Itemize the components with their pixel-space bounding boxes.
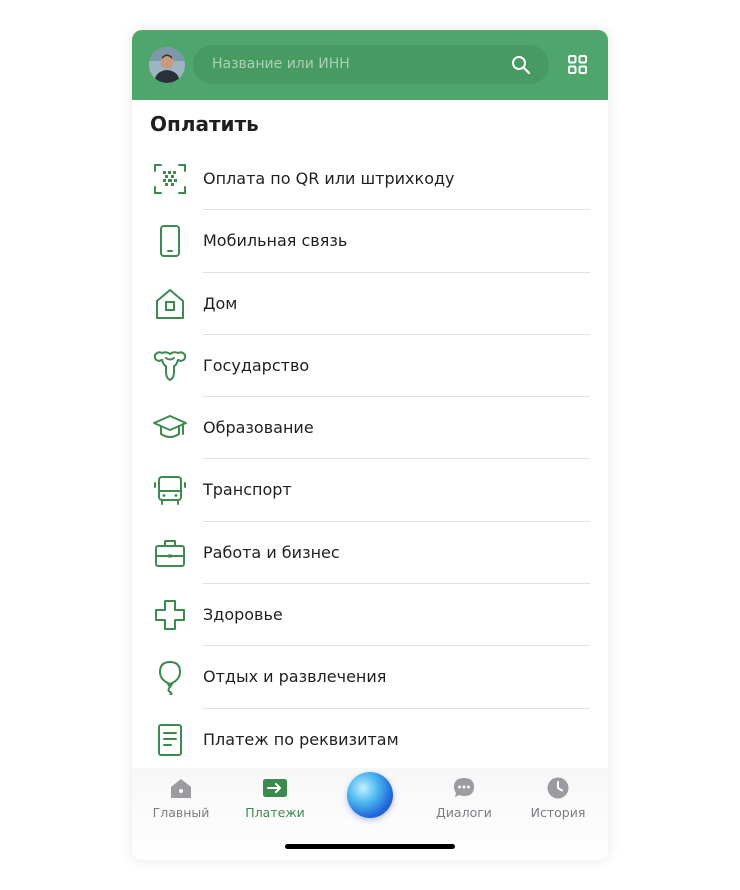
- list-item-label: Платеж по реквизитам: [203, 729, 399, 749]
- list-item-leisure[interactable]: Отдых и развлечения: [132, 646, 608, 709]
- user-avatar-photo-icon: [149, 47, 185, 83]
- list-item-home[interactable]: Дом: [132, 273, 608, 335]
- payment-categories-list: Оплата по QR или штрихкоду Мобильная свя…: [132, 148, 608, 771]
- emblem-icon: [153, 351, 187, 381]
- chat-bubble-icon: [454, 778, 474, 797]
- list-item-label: Здоровье: [203, 605, 283, 625]
- list-item-label: Работа и бизнес: [203, 542, 340, 562]
- bus-icon: [154, 476, 186, 506]
- profile-avatar[interactable]: [149, 47, 185, 83]
- home-indicator: [285, 844, 455, 849]
- list-item-label: Транспорт: [203, 480, 292, 500]
- list-item-education[interactable]: Образование: [132, 397, 608, 460]
- transfer-arrow-icon: [263, 779, 287, 797]
- list-item-label: Дом: [203, 293, 238, 313]
- tab-history[interactable]: История: [518, 768, 598, 828]
- house-icon: [156, 288, 184, 319]
- qr-scan-icon: [154, 164, 186, 194]
- tab-label: Диалоги: [436, 805, 492, 820]
- tab-label: Главный: [152, 805, 210, 820]
- smartphone-icon: [160, 225, 180, 258]
- assistant-orb-icon[interactable]: [347, 772, 393, 818]
- list-item-mobile[interactable]: Мобильная связь: [132, 210, 608, 273]
- tab-payments[interactable]: Платежи: [235, 768, 315, 828]
- list-item-label: Государство: [203, 355, 310, 375]
- section-title: Оплатить: [150, 112, 259, 136]
- list-item-label: Отдых и развлечения: [203, 667, 387, 687]
- graduation-cap-icon: [153, 415, 187, 439]
- tab-label: Платежи: [245, 805, 305, 820]
- tab-label: История: [530, 805, 586, 820]
- balloon-icon: [159, 661, 181, 696]
- top-header: Название или ИНН: [132, 30, 608, 100]
- list-item-label: Образование: [203, 418, 314, 438]
- list-item-requisites[interactable]: Платеж по реквизитам: [132, 709, 608, 771]
- document-icon: [158, 723, 182, 756]
- list-item-label: Мобильная связь: [203, 231, 348, 251]
- list-item-business[interactable]: Работа и бизнес: [132, 522, 608, 585]
- home-icon: [171, 779, 191, 798]
- list-item-transport[interactable]: Транспорт: [132, 459, 608, 522]
- search-icon[interactable]: [511, 55, 531, 75]
- list-item-health[interactable]: Здоровье: [132, 584, 608, 647]
- phone-screen: Название или ИНН Оплатить Оплата по QR и…: [132, 30, 608, 860]
- tab-main[interactable]: Главный: [141, 768, 221, 828]
- search-field[interactable]: Название или ИНН: [193, 45, 549, 84]
- briefcase-icon: [155, 539, 185, 567]
- list-item-qr[interactable]: Оплата по QR или штрихкоду: [132, 148, 608, 211]
- search-placeholder: Название или ИНН: [212, 56, 350, 72]
- list-item-government[interactable]: Государство: [132, 335, 608, 398]
- list-item-label: Оплата по QR или штрихкоду: [203, 169, 455, 188]
- clock-icon: [547, 777, 569, 799]
- tab-dialogs[interactable]: Диалоги: [424, 768, 504, 828]
- medical-cross-icon: [155, 600, 185, 631]
- grid-icon[interactable]: [568, 55, 587, 74]
